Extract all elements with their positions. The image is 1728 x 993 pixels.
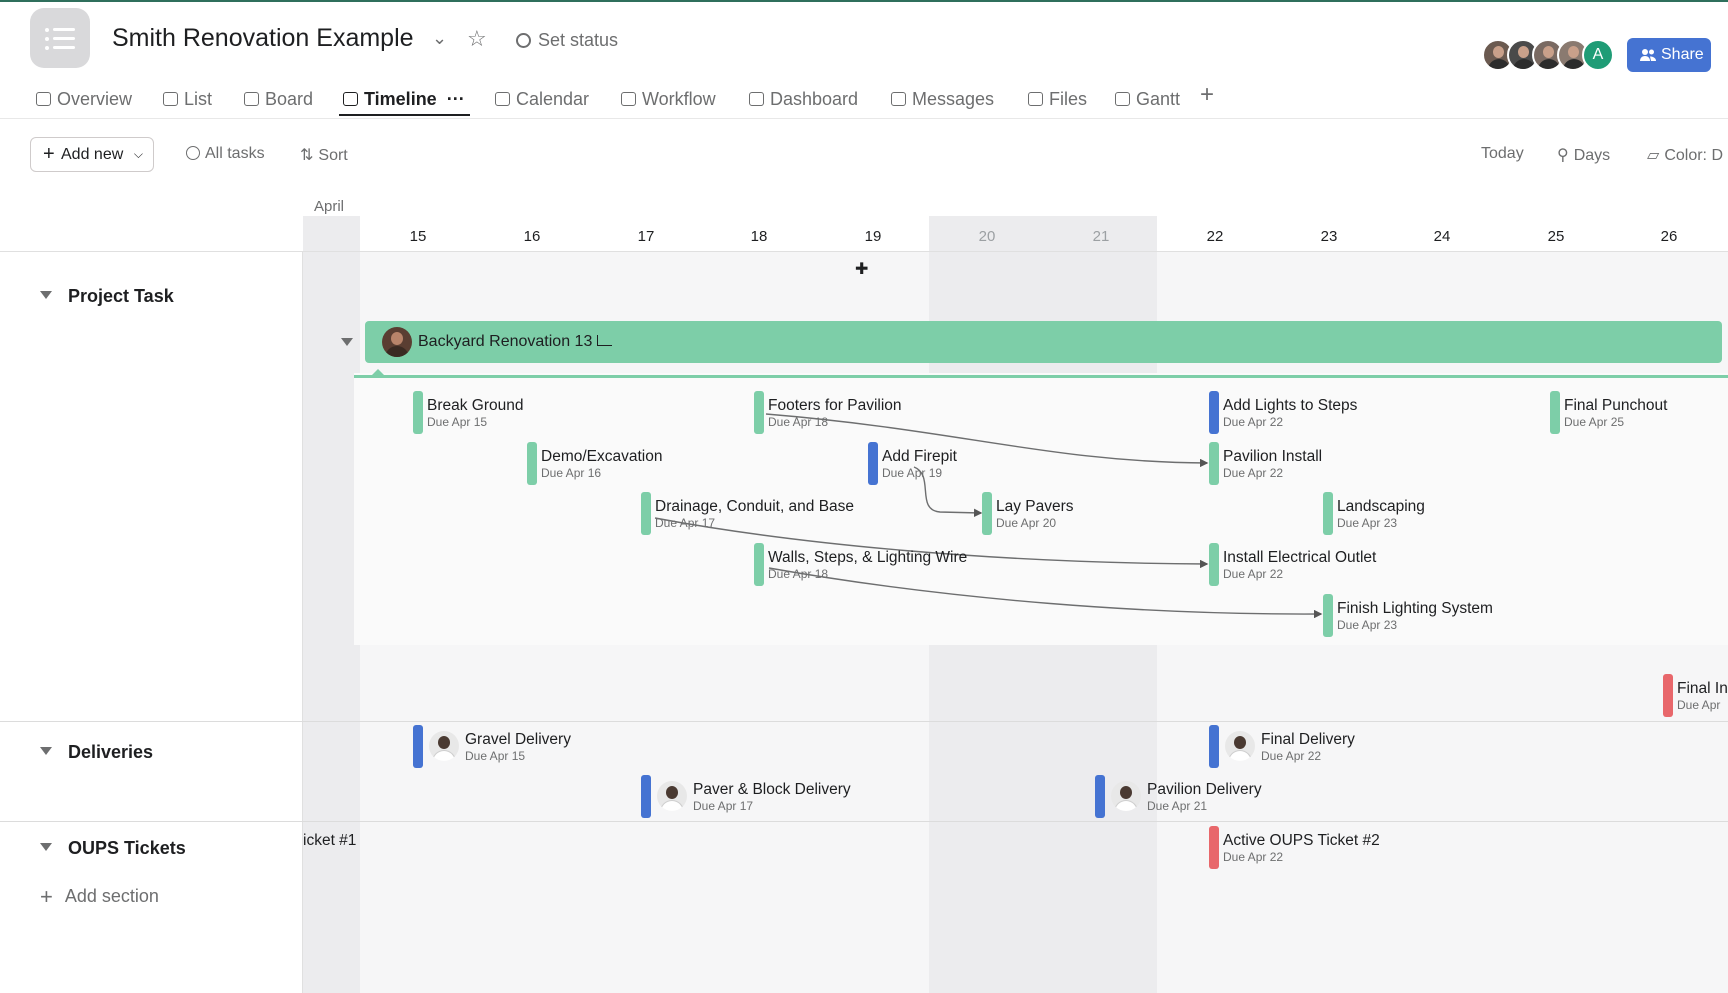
task-bar[interactable] [1095,775,1105,818]
task-bar[interactable] [1209,543,1219,586]
task-name: Drainage, Conduit, and Base [655,498,855,515]
task-due: Due Apr 16 [541,466,602,480]
task-oups-ticket-1[interactable]: icket #1 [303,832,356,850]
task-bar[interactable] [754,543,764,586]
task-name: Final In [1677,680,1728,697]
task-due: Due Apr 25 [1564,415,1625,429]
task-name: Gravel Delivery [465,731,571,748]
task-due: Due Apr 17 [655,516,716,530]
task-bar[interactable] [868,442,878,485]
task-bar[interactable] [1209,442,1219,485]
task-due: Due Apr 22 [1223,466,1284,480]
avatar[interactable] [429,731,459,761]
task-name: Pavilion Delivery [1147,781,1262,798]
avatar[interactable] [1111,781,1141,811]
task-bar[interactable] [1550,391,1560,434]
task-name: Break Ground [427,397,524,414]
task-due: Due Apr 15 [427,415,488,429]
task-bar[interactable] [527,442,537,485]
task-name: Add Lights to Steps [1223,397,1358,414]
task-name: Pavilion Install [1223,448,1323,465]
task-name: Demo/Excavation [541,448,663,465]
task-due: Due Apr 22 [1223,850,1284,864]
task-due: Due Apr 23 [1337,618,1398,632]
task-bar[interactable] [1209,725,1219,768]
task-name: Paver & Block Delivery [693,781,851,798]
task-bar[interactable] [982,492,992,535]
task-due: Due Apr 22 [1223,415,1284,429]
task-due: Due Apr 17 [693,799,754,813]
task-due: Due Apr [1677,698,1721,712]
task-bar[interactable] [413,391,423,434]
task-due: Due Apr 21 [1147,799,1208,813]
task-name: Active OUPS Ticket #2 [1223,832,1380,849]
task-name: Walls, Steps, & Lighting Wire [768,549,968,566]
task-due: Due Apr 22 [1261,749,1322,763]
task-name: Final Delivery [1261,731,1355,748]
task-name: Landscaping [1337,498,1425,515]
task-due: Due Apr 19 [882,466,943,480]
task-name: Lay Pavers [996,498,1074,515]
task-due: Due Apr 15 [465,749,526,763]
task-bar[interactable] [1663,674,1673,717]
task-bar[interactable] [413,725,423,768]
task-due: Due Apr 20 [996,516,1057,530]
task-bar[interactable] [1209,826,1219,869]
task-bar[interactable] [754,391,764,434]
task-bar[interactable] [1323,492,1333,535]
task-name: Finish Lighting System [1337,600,1493,617]
task-bar[interactable] [641,775,651,818]
task-due: Due Apr 23 [1337,516,1398,530]
dependency-lines [654,413,1323,619]
task-bar[interactable] [1323,594,1333,637]
task-due: Due Apr 18 [768,415,829,429]
task-name: Footers for Pavilion [768,397,902,414]
avatar[interactable] [657,781,687,811]
task-bar[interactable] [641,492,651,535]
task-name: Final Punchout [1564,397,1668,414]
task-due: Due Apr 22 [1223,567,1284,581]
task-name: Install Electrical Outlet [1223,549,1377,566]
avatar[interactable] [1225,731,1255,761]
task-due: Due Apr 18 [768,567,829,581]
task-bar[interactable] [1209,391,1219,434]
task-name: Add Firepit [882,448,957,465]
move-cursor-icon: ✚ [855,261,869,278]
